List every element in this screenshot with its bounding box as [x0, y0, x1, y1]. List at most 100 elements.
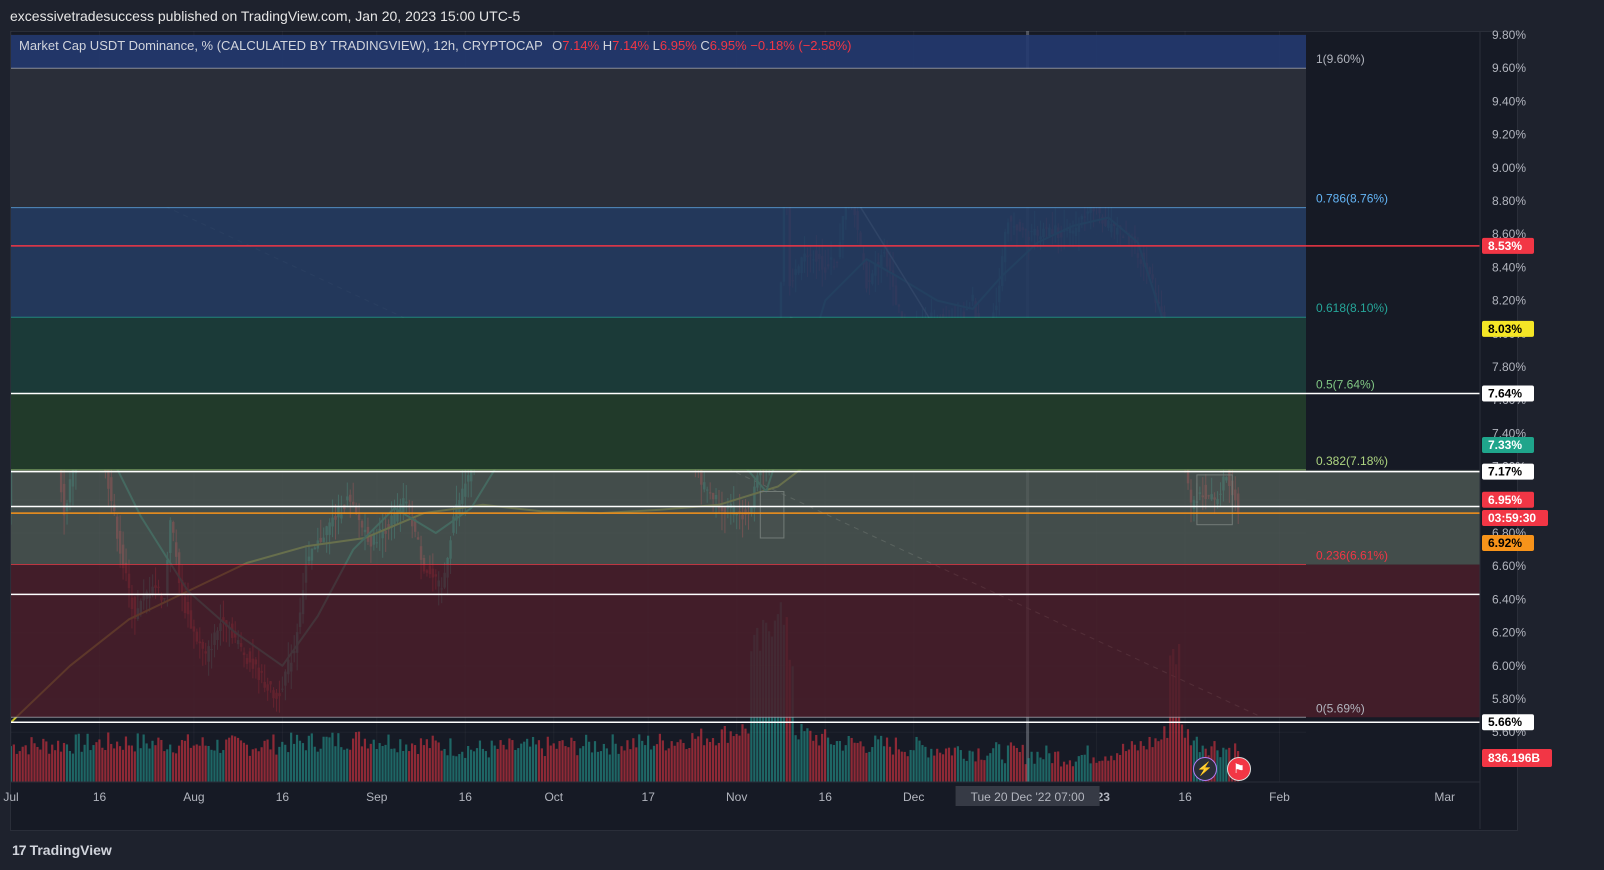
volume-bar — [51, 744, 54, 782]
volume-bar — [12, 744, 15, 782]
volume-bar — [989, 753, 992, 782]
volume-bar — [204, 745, 207, 782]
volume-bar — [1127, 749, 1131, 782]
volume-bar — [222, 750, 225, 782]
volume-bar — [667, 748, 670, 782]
volume-bar — [726, 742, 729, 782]
volume-bar — [549, 745, 552, 782]
price-tag-text: 6.92% — [1488, 536, 1522, 550]
volume-bar — [552, 743, 555, 782]
volume-bar — [245, 744, 248, 782]
volume-bar — [933, 755, 936, 782]
price-tick-label: 8.40% — [1492, 260, 1526, 274]
volume-bar — [1160, 739, 1163, 782]
volume-bar — [561, 740, 564, 782]
volume-bar — [614, 743, 617, 782]
volume-bar — [281, 741, 284, 782]
volume-bar — [930, 748, 933, 782]
price-tag-text: 7.33% — [1488, 438, 1522, 452]
volume-bar — [1036, 751, 1039, 782]
volume-bar — [1119, 754, 1122, 782]
footer-bar — [0, 832, 1604, 870]
volume-bar — [446, 755, 449, 782]
change-value: −0.18% (−2.58%) — [750, 38, 852, 53]
price-tick-label: 8.20% — [1492, 294, 1526, 308]
volume-bar — [74, 734, 77, 782]
volume-bar — [891, 754, 895, 782]
tradingview-logo[interactable]: 17 TradingView — [12, 842, 112, 858]
price-chart[interactable]: 1(9.60%) 0.786(8.76%) 0.618(8.10%) 0.5(7.64… — [0, 0, 1604, 870]
fib-level-label: 0.5(7.64%) — [1316, 378, 1375, 392]
volume-bar — [1124, 751, 1128, 782]
volume-bar — [1107, 760, 1110, 782]
volume-bar — [437, 742, 440, 782]
volume-bar — [741, 724, 744, 782]
volume-bar — [349, 749, 352, 782]
volume-bar — [42, 738, 45, 782]
volume-bar — [950, 755, 954, 782]
volume-bar — [372, 739, 375, 782]
volume-bar — [467, 746, 470, 782]
price-tag-text: 7.64% — [1488, 387, 1522, 401]
volume-bar — [508, 738, 511, 782]
volume-bar — [655, 744, 659, 782]
time-tick-label: 16 — [1178, 790, 1192, 804]
symbol-legend: Market Cap USDT Dominance, % (CALCULATED… — [19, 38, 851, 53]
volume-bar — [564, 746, 567, 782]
volume-bar — [956, 746, 959, 782]
volume-bar — [1006, 745, 1010, 782]
volume-bar — [210, 749, 213, 782]
volume-bar — [207, 745, 210, 782]
volume-tag-text: 836.196B — [1488, 751, 1540, 765]
lightning-icon[interactable]: ⚡ — [1193, 757, 1217, 781]
price-tag: 6.92% — [1482, 534, 1534, 551]
volume-bar — [871, 747, 874, 782]
volume-bar — [11, 746, 12, 782]
volume-bar — [328, 737, 331, 782]
volume-bar — [242, 742, 246, 782]
volume-bar — [1139, 741, 1142, 782]
volume-bar — [136, 733, 139, 782]
volume-bar — [885, 737, 889, 782]
volume-bar — [590, 752, 594, 782]
volume-bar — [301, 743, 305, 782]
crosshair-time-label: Tue 20 Dec '22 07:00 — [955, 786, 1100, 806]
volume-bar — [679, 739, 682, 782]
volume-bar — [449, 738, 452, 782]
volume-bar — [431, 735, 434, 782]
volume-bar — [390, 748, 393, 782]
us-flag-icon[interactable]: ⚑ — [1227, 757, 1251, 781]
volume-bar — [116, 741, 119, 782]
volume-bar — [1057, 751, 1060, 782]
volume-bar — [422, 745, 425, 782]
volume-bar — [629, 749, 632, 782]
volume-bar — [856, 742, 859, 782]
volume-bar — [555, 748, 558, 782]
volume-bar — [346, 748, 349, 782]
volume-bar — [269, 749, 272, 782]
volume-bar — [641, 740, 644, 782]
volume-bar — [947, 747, 951, 782]
volume-bar — [1068, 760, 1072, 782]
volume-bar — [428, 748, 431, 782]
volume-bar — [298, 740, 302, 782]
volume-bar — [652, 745, 656, 782]
volume-bar — [1166, 737, 1169, 782]
volume-bar — [942, 754, 945, 782]
volume-bar — [546, 736, 549, 782]
volume-bar — [599, 751, 602, 782]
volume-bar — [15, 753, 18, 782]
volume-bar — [192, 745, 195, 782]
volume-bar — [1148, 736, 1151, 782]
volume-bar — [897, 749, 900, 782]
volume-bar — [470, 749, 473, 782]
volume-bar — [1042, 759, 1045, 782]
volume-bar — [714, 745, 718, 782]
volume-bar — [1086, 745, 1089, 782]
volume-bar — [337, 733, 340, 782]
volume-bar — [797, 739, 800, 782]
volume-bar — [413, 745, 417, 782]
price-tag: 7.64% — [1482, 385, 1534, 402]
volume-bar — [369, 743, 372, 782]
volume-bar — [425, 739, 428, 782]
